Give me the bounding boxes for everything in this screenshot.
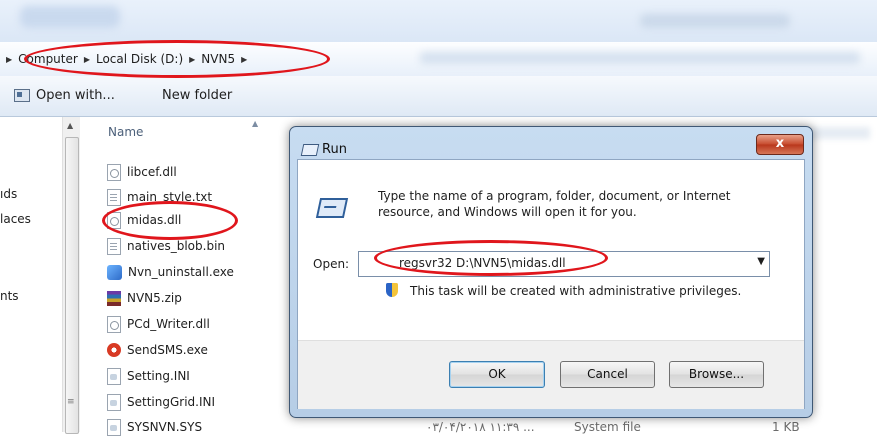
open-command-value[interactable]: regsvr32 D:\NVN5\midas.dll xyxy=(399,256,566,270)
open-with-icon xyxy=(14,89,30,102)
breadcrumb-item-nvn5[interactable]: NVN5 xyxy=(201,52,235,66)
open-with-button[interactable]: Open with... xyxy=(14,88,115,103)
browse-button[interactable]: Browse... xyxy=(669,361,764,388)
file-name: SettingGrid.INI xyxy=(127,395,216,409)
breadcrumb-item-local-disk[interactable]: Local Disk (D:) xyxy=(96,52,183,66)
open-command-input[interactable]: regsvr32 D:\NVN5\midas.dll ▼ xyxy=(358,251,770,277)
breadcrumb-arrow-icon[interactable]: ▶ xyxy=(189,55,195,64)
list-item[interactable]: main_style.txt xyxy=(107,187,212,207)
command-bar: Open with... New folder xyxy=(0,76,877,117)
scroll-up-icon[interactable]: ▲ xyxy=(67,121,73,130)
file-name: midas.dll xyxy=(127,213,182,227)
blurred-title xyxy=(20,6,120,28)
list-item[interactable]: midas.dll xyxy=(107,210,181,230)
run-program-icon xyxy=(315,198,349,218)
scrollbar-thumb[interactable] xyxy=(65,137,79,434)
new-folder-label: New folder xyxy=(162,88,233,103)
ini-file-icon xyxy=(107,393,121,411)
file-icon xyxy=(107,237,121,255)
file-name: main_style.txt xyxy=(127,190,213,204)
nav-item-documents[interactable]: nts xyxy=(0,289,19,303)
open-label: Open: xyxy=(313,257,350,271)
run-icon xyxy=(300,144,320,156)
column-header-name[interactable]: Name xyxy=(108,125,143,139)
dll-file-icon xyxy=(107,163,121,181)
file-name: NVN5.zip xyxy=(127,291,182,305)
cancel-button[interactable]: Cancel xyxy=(560,361,655,388)
list-item[interactable]: SYSNVN.SYS xyxy=(107,417,202,437)
address-bar[interactable]: ▶ Computer ▶ Local Disk (D:) ▶ NVN5 ▶ xyxy=(0,42,877,77)
breadcrumb-arrow-icon[interactable]: ▶ xyxy=(6,55,12,64)
dialog-title: Run xyxy=(322,142,347,157)
file-name: Nvn_uninstall.exe xyxy=(128,265,234,279)
breadcrumb-item-computer[interactable]: Computer xyxy=(18,52,78,66)
new-folder-button[interactable]: New folder xyxy=(162,88,232,103)
file-list-scrollbar[interactable]: ▲ ≡ xyxy=(62,117,80,434)
file-name: libcef.dll xyxy=(127,165,177,179)
breadcrumb-arrow-icon[interactable]: ▶ xyxy=(241,55,247,64)
list-item[interactable]: Nvn_uninstall.exe xyxy=(107,262,234,282)
blurred-search xyxy=(640,14,790,28)
ok-button[interactable]: OK xyxy=(449,361,545,388)
list-item[interactable]: natives_blob.bin xyxy=(107,236,225,256)
window-title-bar xyxy=(0,0,877,42)
dll-file-icon xyxy=(107,315,121,333)
nav-item-downloads[interactable]: ıds xyxy=(0,187,17,201)
open-with-label: Open with... xyxy=(36,88,115,103)
dialog-body: Type the name of a program, folder, docu… xyxy=(297,159,805,409)
dialog-description: Type the name of a program, folder, docu… xyxy=(378,189,731,219)
list-item[interactable]: SettingGrid.INI xyxy=(107,392,215,412)
text-file-icon xyxy=(107,188,121,206)
scrollbar-grip-icon: ≡ xyxy=(67,397,75,407)
sys-file-icon xyxy=(107,418,121,436)
run-dialog: Run x Type the name of a program, folder… xyxy=(289,126,813,418)
ini-file-icon xyxy=(107,367,121,385)
list-item[interactable]: PCd_Writer.dll xyxy=(107,314,210,334)
list-item[interactable]: Setting.INI xyxy=(107,366,190,386)
navigation-pane: ıds laces nts xyxy=(0,117,63,432)
sms-app-icon xyxy=(107,343,121,357)
zip-icon xyxy=(107,290,121,306)
sort-ascending-icon: ▲ xyxy=(252,119,259,128)
list-item[interactable]: SendSMS.exe xyxy=(107,340,208,360)
privilege-note: This task will be created with administr… xyxy=(410,284,742,298)
uac-shield-icon xyxy=(386,283,398,297)
file-name: SendSMS.exe xyxy=(127,343,208,357)
exe-icon xyxy=(107,264,122,280)
blurred-address-area xyxy=(420,52,860,64)
dropdown-arrow-icon[interactable]: ▼ xyxy=(757,256,765,267)
dll-file-icon xyxy=(107,211,121,229)
nav-item-places[interactable]: laces xyxy=(0,212,31,226)
list-item[interactable]: NVN5.zip xyxy=(107,288,182,308)
close-button[interactable]: x xyxy=(756,134,804,155)
file-name: natives_blob.bin xyxy=(127,239,226,253)
breadcrumb: ▶ Computer ▶ Local Disk (D:) ▶ NVN5 ▶ xyxy=(6,50,247,68)
breadcrumb-arrow-icon[interactable]: ▶ xyxy=(84,55,90,64)
list-item[interactable]: libcef.dll xyxy=(107,162,177,182)
file-name: PCd_Writer.dll xyxy=(127,317,210,331)
file-name: Setting.INI xyxy=(127,369,190,383)
